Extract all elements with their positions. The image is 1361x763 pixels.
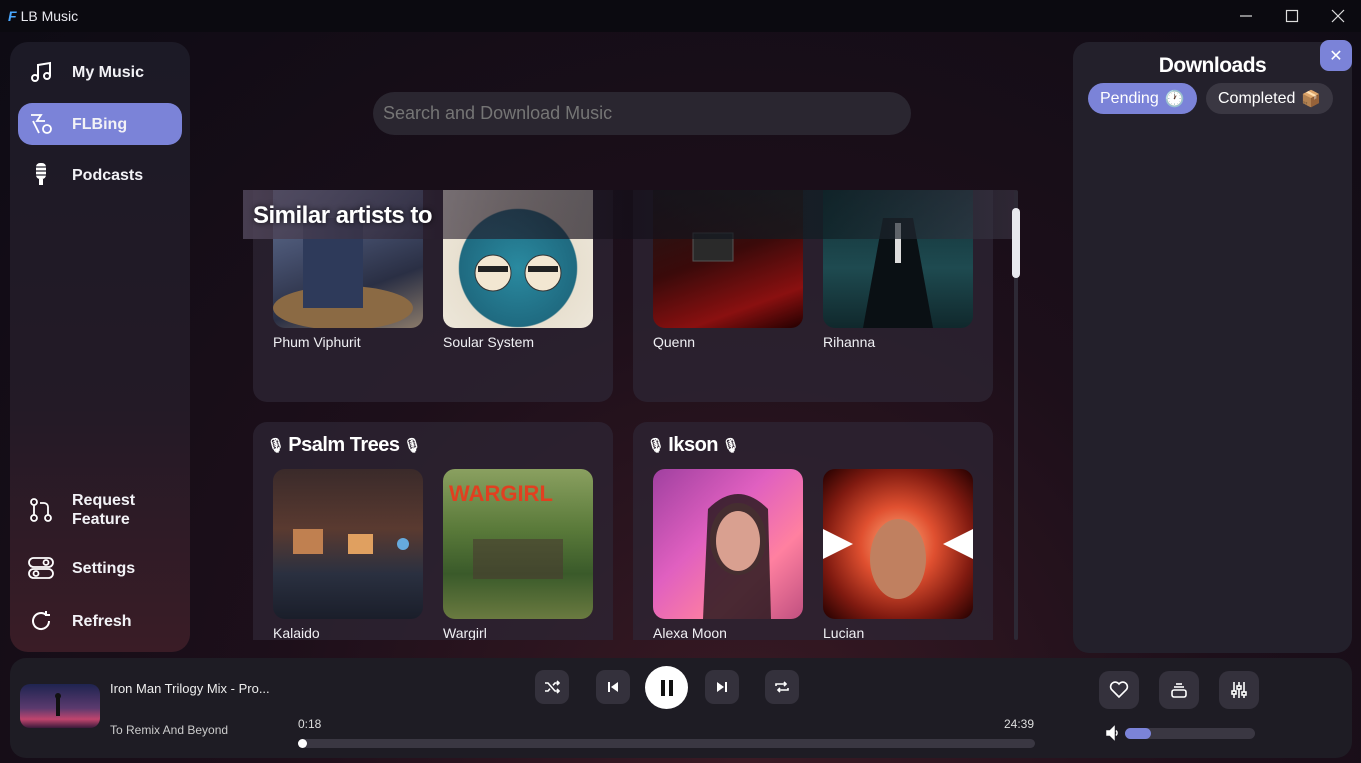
total-duration: 24:39 [1004, 717, 1035, 731]
artist-card: 🎙 Ikson 🎙 Alexa Moon Lucian [633, 422, 993, 640]
shuffle-icon [545, 680, 560, 694]
downloads-panel: Downloads ✕ Pending 🕐 Completed 📦 [1073, 40, 1352, 653]
previous-button[interactable] [596, 670, 630, 704]
equalizer-button[interactable] [1219, 671, 1259, 709]
svg-text:WARGIRL: WARGIRL [449, 481, 553, 506]
maximize-icon [1285, 9, 1299, 23]
artist-name: Phum Viphurit [273, 334, 361, 350]
artist-image [653, 469, 803, 619]
microphone-icon: 🎙 [722, 437, 740, 453]
close-icon [1331, 9, 1345, 23]
skip-forward-icon [717, 682, 727, 692]
card-title-text: Ikson [668, 434, 719, 456]
search-input[interactable] [373, 92, 911, 135]
card-title-text: Psalm Trees [288, 434, 400, 456]
artist-image [823, 469, 973, 619]
repeat-button[interactable] [765, 670, 799, 704]
volume-slider[interactable] [1125, 728, 1255, 739]
close-window-button[interactable] [1315, 0, 1361, 32]
sidebar-item-podcasts[interactable]: Podcasts [18, 154, 182, 196]
toggle-settings-icon [28, 555, 54, 581]
sidebar: My Music FLBing Podcasts Request Feature… [10, 42, 190, 652]
sidebar-item-refresh[interactable]: Refresh [18, 600, 182, 642]
pause-icon [660, 679, 673, 696]
microphone-icon [28, 162, 54, 188]
player-bar: Iron Man Trilogy Mix - Pro... To Remix A… [10, 658, 1352, 758]
refresh-icon [28, 608, 54, 634]
section-title: Similar artists to [253, 202, 433, 229]
sliders-icon [1231, 682, 1247, 698]
tab-label: Pending [1100, 89, 1159, 107]
artist-name: Wargirl [443, 625, 487, 640]
sidebar-item-flbing[interactable]: FLBing [18, 103, 182, 145]
skip-back-icon [608, 682, 618, 692]
artist-tile[interactable]: Kalaido [273, 469, 423, 640]
tab-completed[interactable]: Completed 📦 [1206, 83, 1334, 114]
progress-bar[interactable] [298, 739, 1035, 748]
queue-button[interactable] [1159, 671, 1199, 709]
pull-request-icon [28, 497, 54, 523]
volume-fill [1125, 728, 1151, 739]
repeat-icon [775, 681, 789, 693]
artist-tile[interactable]: Alexa Moon [653, 469, 803, 640]
package-icon: 📦 [1301, 90, 1322, 108]
sidebar-item-label: Settings [72, 559, 136, 577]
artist-image: WARGIRL [443, 469, 593, 619]
card-title: 🎙 Psalm Trees 🎙 [267, 434, 421, 457]
minimize-button[interactable] [1223, 0, 1269, 32]
tab-label: Completed [1218, 89, 1296, 107]
music-note-icon [28, 59, 54, 85]
downloads-title: Downloads [1158, 54, 1267, 77]
shuffle-button[interactable] [535, 670, 569, 704]
tab-pending[interactable]: Pending 🕐 [1088, 83, 1197, 114]
elapsed-time: 0:18 [298, 717, 322, 731]
progress-fill [298, 739, 307, 748]
pause-button[interactable] [645, 666, 688, 709]
artist-tile[interactable]: Lucian [823, 469, 973, 640]
sidebar-item-label: FLBing [72, 115, 128, 133]
sidebar-item-request-feature[interactable]: Request Feature [18, 488, 182, 532]
microphone-icon: 🎙 [403, 437, 422, 453]
artist-name: Rihanna [823, 334, 876, 350]
clock-icon: 🕐 [1164, 90, 1185, 108]
flbing-icon [28, 111, 54, 137]
artist-name: Kalaido [273, 625, 320, 640]
maximize-button[interactable] [1269, 0, 1315, 32]
artist-image [273, 469, 423, 619]
artist-tile[interactable]: WARGIRL Wargirl [443, 469, 593, 640]
close-icon: ✕ [1329, 47, 1343, 65]
stack-icon [1171, 683, 1187, 698]
heart-icon [1109, 681, 1129, 699]
like-button[interactable] [1099, 671, 1139, 709]
next-button[interactable] [705, 670, 739, 704]
sidebar-item-label: Podcasts [72, 166, 144, 184]
window-controls [1223, 0, 1361, 32]
app-title: LB Music [20, 8, 79, 24]
artist-name: Lucian [823, 625, 865, 640]
sidebar-item-label: My Music [72, 63, 145, 81]
track-cover[interactable] [20, 684, 100, 728]
track-artist[interactable]: To Remix And Beyond [110, 723, 228, 737]
main-content: Phum Viphurit Soular System Quenn Ri [190, 32, 1073, 657]
sidebar-item-settings[interactable]: Settings [18, 547, 182, 589]
volume-icon[interactable] [1105, 725, 1121, 746]
recommendations-scroll-area[interactable]: Phum Viphurit Soular System Quenn Rihann… [243, 190, 1015, 640]
microphone-icon: 🎙 [267, 437, 285, 453]
sidebar-item-my-music[interactable]: My Music [18, 51, 182, 93]
close-downloads-button[interactable]: ✕ [1320, 40, 1352, 71]
sidebar-item-label: Refresh [72, 612, 132, 630]
minimize-icon [1240, 15, 1252, 17]
card-title: 🎙 Ikson 🎙 [647, 434, 740, 457]
title-bar: F LB Music [0, 0, 1361, 32]
microphone-icon: 🎙 [647, 437, 665, 453]
artist-name: Soular System [443, 334, 535, 350]
app-logo: F [8, 8, 17, 24]
artist-card: 🎙 Psalm Trees 🎙 Kalaido WARGIRL Wargirl [253, 422, 613, 640]
sidebar-item-label: Request Feature [72, 492, 136, 528]
track-title[interactable]: Iron Man Trilogy Mix - Pro... [110, 681, 270, 696]
artist-name: Quenn [653, 334, 696, 350]
vertical-scrollbar-thumb[interactable] [1012, 208, 1020, 278]
artist-name: Alexa Moon [653, 625, 727, 640]
